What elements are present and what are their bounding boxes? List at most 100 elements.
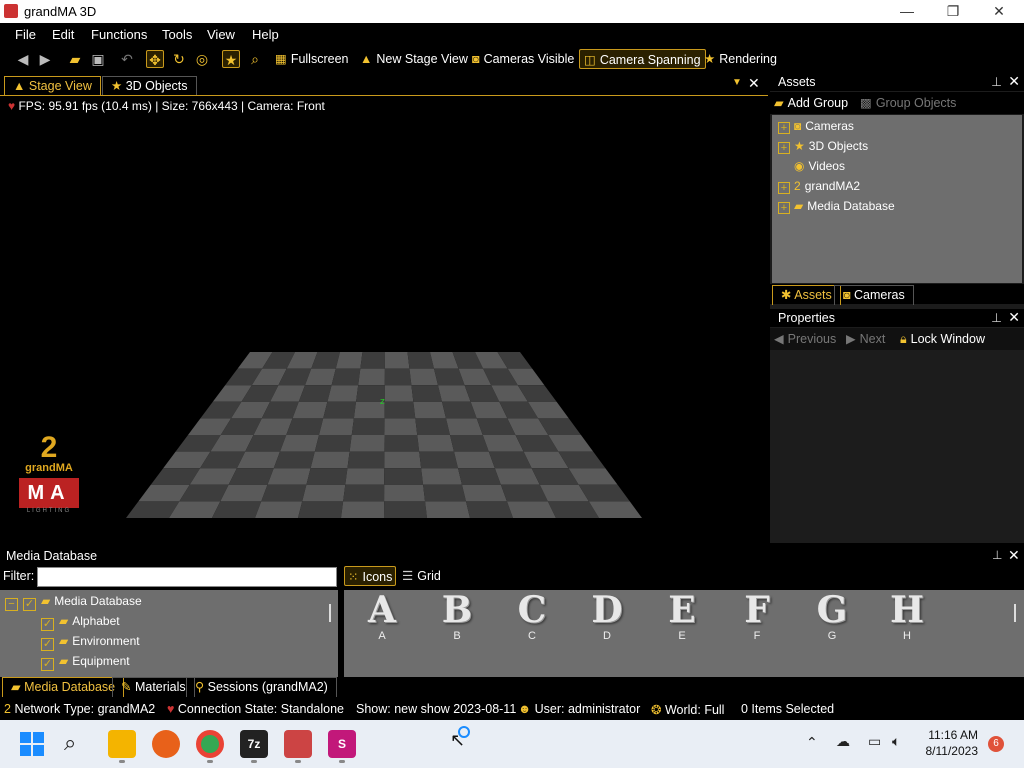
icons-view-button[interactable]: ⁙ Icons xyxy=(344,566,397,586)
open-folder-icon[interactable]: ▰ xyxy=(66,50,84,68)
media-item-a[interactable]: AA xyxy=(352,590,412,642)
logo-number: 2 xyxy=(40,431,58,464)
tree-item-media-database[interactable]: − ✓ ▰ Media Database xyxy=(5,592,142,611)
media-item-h[interactable]: HH xyxy=(877,590,937,642)
forward-arrow-icon[interactable]: ▶ xyxy=(36,50,54,68)
pin-icon[interactable]: ⊥ xyxy=(991,74,1002,89)
camera-spanning-button[interactable]: ◫ Camera Spanning xyxy=(579,49,706,69)
menu-functions[interactable]: Functions xyxy=(91,27,147,42)
menu-tools[interactable]: Tools xyxy=(162,27,192,42)
menu-file[interactable]: File xyxy=(15,27,36,42)
start-icon[interactable] xyxy=(20,732,44,756)
menu-edit[interactable]: Edit xyxy=(52,27,74,42)
volume-icon[interactable]: 🔈︎ xyxy=(892,733,900,750)
tab-sessions[interactable]: ⚲ Sessions (grandMA2) xyxy=(186,677,337,697)
pin-icon[interactable]: ⊥ xyxy=(992,548,1002,562)
menu-help[interactable]: Help xyxy=(252,27,279,42)
tab-stage-view[interactable]: ▲ Stage View xyxy=(4,76,101,96)
firefox-icon[interactable] xyxy=(152,730,180,758)
assets-tree: + ◙ Cameras + ★ 3D Objects ◉ Videos +2 grandMA… xyxy=(772,115,1022,283)
close-icon[interactable]: ✕ xyxy=(1008,309,1020,326)
tab-3d-objects[interactable]: ★ 3D Objects xyxy=(102,76,197,96)
pin-icon[interactable]: ⊥ xyxy=(991,310,1002,325)
checkbox-icon[interactable]: ✓ xyxy=(23,598,36,611)
chrome-icon[interactable] xyxy=(196,730,224,758)
notification-badge[interactable]: 6 xyxy=(988,736,1004,752)
media-item-b[interactable]: BB xyxy=(427,590,487,642)
maximize-button[interactable]: ❐ xyxy=(930,0,976,23)
properties-toolbar: ◀ Previous ▶ Next 🔒︎ Lock Window xyxy=(770,328,1024,350)
group-objects-button[interactable]: ▩ Group Objects xyxy=(860,93,956,113)
expand-icon[interactable]: + xyxy=(778,122,790,134)
zoom-object-icon[interactable]: ⌕ xyxy=(246,50,264,68)
save-icon[interactable]: ▣ xyxy=(89,50,107,68)
next-button[interactable]: ▶ Next xyxy=(846,329,885,349)
tree-item-cameras[interactable]: + ◙ Cameras xyxy=(778,117,854,135)
checkbox-icon[interactable]: ✓ xyxy=(41,638,54,651)
cameras-visible-button[interactable]: ◙ Cameras Visible xyxy=(472,49,574,69)
collapse-icon[interactable]: − xyxy=(5,598,18,611)
expand-icon[interactable]: + xyxy=(778,202,790,214)
tab-dropdown-icon[interactable]: ▼ xyxy=(732,77,742,88)
new-stage-view-button[interactable]: ▲ New Stage View xyxy=(360,49,468,69)
tab-stage-view-label: Stage View xyxy=(28,79,92,93)
tree-item-label: Cameras xyxy=(805,119,854,133)
media-item-e[interactable]: EE xyxy=(652,590,712,642)
tree-item-environment[interactable]: ✓ ▰ Environment xyxy=(41,632,140,651)
fullscreen-button[interactable]: ▦ Fullscreen xyxy=(275,49,348,69)
brush-icon: ✎ xyxy=(121,680,135,694)
target-tool-icon[interactable]: ◎ xyxy=(193,50,211,68)
tree-item-grandma2[interactable]: +2 grandMA2 xyxy=(778,177,860,195)
grandma3d-icon[interactable] xyxy=(284,730,312,758)
checkbox-icon[interactable]: ✓ xyxy=(41,618,54,631)
rendering-label: Rendering xyxy=(719,52,777,66)
search-icon[interactable]: ⌕ xyxy=(64,730,76,756)
checkbox-icon[interactable]: ✓ xyxy=(41,658,54,671)
file-explorer-icon[interactable] xyxy=(108,730,136,758)
stage-viewport[interactable]: z xyxy=(0,96,768,540)
tab-media-database[interactable]: ▰ Media Database xyxy=(2,677,125,697)
app-s-icon[interactable]: S xyxy=(328,730,356,758)
rotate-tool-icon[interactable]: ↻ xyxy=(170,50,188,68)
status-show: Show: new show 2023-08-11 xyxy=(356,702,517,716)
back-arrow-icon[interactable]: ◀ xyxy=(14,50,32,68)
undo-icon[interactable]: ↶ xyxy=(118,50,136,68)
assets-tabs: ✱ Assets ◙ Cameras xyxy=(770,284,1024,305)
onedrive-icon[interactable]: ☁ xyxy=(836,733,850,750)
7zip-icon[interactable]: 7z xyxy=(240,730,268,758)
menu-view[interactable]: View xyxy=(207,27,235,42)
icons-scrollbar[interactable] xyxy=(1014,604,1016,622)
clock[interactable]: 11:16 AM 8/11/2023 xyxy=(918,728,979,758)
grid-view-button[interactable]: ☰ Grid xyxy=(402,566,441,586)
minimize-button[interactable]: — xyxy=(884,0,930,23)
tab-close-icon[interactable]: ✕ xyxy=(748,75,760,92)
network-icon[interactable]: ▭ xyxy=(868,733,881,750)
tab-assets[interactable]: ✱ Assets xyxy=(772,285,841,305)
previous-button[interactable]: ◀ Previous xyxy=(774,329,836,349)
media-item-d[interactable]: DD xyxy=(577,590,637,642)
lock-window-button[interactable]: 🔒︎ Lock Window xyxy=(900,329,985,349)
tab-cameras[interactable]: ◙ Cameras xyxy=(834,285,914,305)
close-icon[interactable]: ✕ xyxy=(1008,547,1020,564)
add-object-icon[interactable]: ★ xyxy=(222,50,240,68)
next-label: Next xyxy=(859,332,886,346)
close-button[interactable]: ✕ xyxy=(976,0,1022,23)
tree-item-alphabet[interactable]: ✓ ▰ Alphabet xyxy=(41,612,120,631)
media-item-g[interactable]: GG xyxy=(802,590,862,642)
chevron-up-icon[interactable]: ⌃ xyxy=(806,734,818,751)
media-item-f[interactable]: FF xyxy=(727,590,787,642)
expand-icon[interactable]: + xyxy=(778,142,790,154)
rendering-button[interactable]: ★ Rendering xyxy=(704,49,777,69)
close-icon[interactable]: ✕ xyxy=(1008,73,1020,90)
tab-materials[interactable]: ✎ Materials xyxy=(112,677,195,697)
tree-item-videos[interactable]: ◉ Videos xyxy=(778,157,845,175)
tree-item-equipment[interactable]: ✓ ▰ Equipment xyxy=(41,652,130,671)
media-item-c[interactable]: CC xyxy=(502,590,562,642)
tree-item-media-database[interactable]: + ▰ Media Database xyxy=(778,197,895,215)
tree-scrollbar[interactable] xyxy=(329,604,331,622)
expand-icon[interactable]: + xyxy=(778,182,790,194)
filter-input[interactable] xyxy=(37,567,337,587)
tree-item-3d-objects[interactable]: + ★ 3D Objects xyxy=(778,137,868,155)
move-tool-icon[interactable]: ✥ xyxy=(146,50,164,68)
add-group-button[interactable]: ▰ Add Group xyxy=(774,93,848,113)
